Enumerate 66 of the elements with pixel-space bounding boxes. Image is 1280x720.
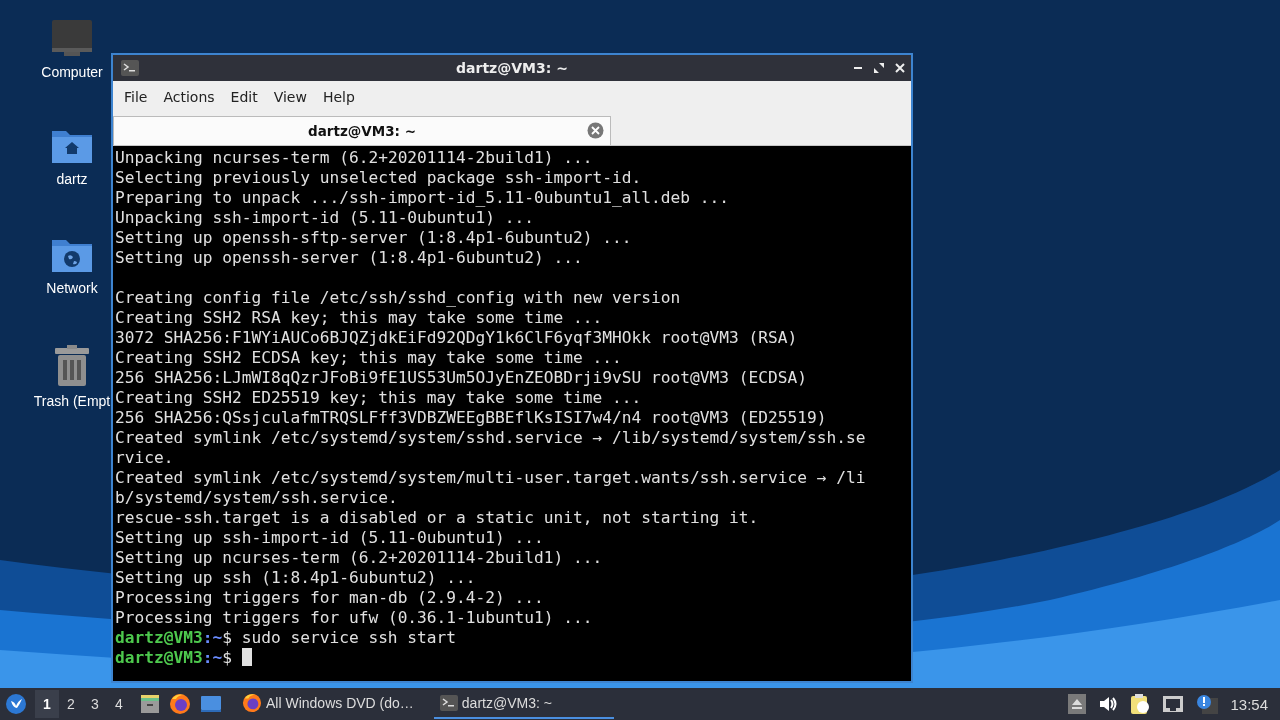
menu-item[interactable]: Actions [155,85,223,109]
terminal-line: Creating SSH2 ECDSA key; this may take some time ... [115,348,623,368]
desktop-icon-label: dartz [56,171,88,187]
start-menu-icon[interactable] [5,693,27,715]
network-icon[interactable] [1162,695,1185,713]
terminal-line: 256 SHA256:QSsjculafmTRQSLFff3VDBZWEEgBBEflKsISI7w4/n4 root@VM3 (ED25519) [115,408,828,428]
notification-icon[interactable] [1196,694,1219,714]
terminal-line: Unpacking ssh-import-id (5.11-0ubuntu1) ... [115,208,536,228]
workspace-button[interactable]: 3 [83,690,107,718]
terminal-line: Processing triggers for ufw (0.36.1-1ubuntu1) ... [115,608,594,628]
trash-icon[interactable] [53,345,91,387]
terminal-line: Setting up ncurses-term (6.2+20201114-2build1) ... [115,548,604,568]
terminal-line: 3072 SHA256:F1WYiAUCo6BJQZjdkEiFd92QDgY1k6ClF6yqf3MHOkk root@VM3 (RSA) [115,328,799,348]
desktop-icon-label: Trash (Empt [33,393,111,409]
command-text: sudo service ssh start [241,628,457,647]
terminal-line: 256 SHA256:LJmWI8qQzrJFoBi9fE1US53Um5OJyEnZEOBDrji9vSU root@VM3 (ECDSA) [115,368,808,388]
terminal-line: Creating SSH2 RSA key; this may take some time ... [115,308,604,328]
close-tab-icon[interactable] [587,122,604,139]
terminal-line: Creating SSH2 ED25519 key; this may take some time ... [115,388,643,408]
clipboard-icon[interactable] [1130,693,1151,715]
prompt-symbol: $ [222,628,232,647]
terminal-line: Setting up ssh (1:8.4p1-6ubuntu2) ... [115,568,477,588]
terminal-line: Setting up ssh-import-id (5.11-0ubuntu1) ... [115,528,545,548]
terminal-line: Preparing to unpack .../ssh-import-id_5.11-0ubuntu1_all.deb ... [115,188,730,208]
taskbar-window-button[interactable]: All Windows DVD (do… [236,689,420,719]
prompt-path: ~ [212,648,223,667]
show-desktop-icon[interactable] [200,695,222,713]
workspace-button[interactable]: 1 [35,690,59,718]
prompt-path: ~ [212,628,223,647]
prompt-user: dartz@VM3 [115,628,203,647]
terminal-line: Creating config file /etc/ssh/sshd_config with new version [115,288,682,308]
menu-item[interactable]: View [265,85,315,109]
eject-icon[interactable] [1068,694,1087,714]
prompt-user: dartz@VM3 [115,648,203,667]
terminal-line: Processing triggers for man-db (2.9.4-2) ... [115,588,545,608]
workspace-button[interactable]: 4 [107,690,131,718]
terminal-line: Setting up openssh-sftp-server (1:8.4p1-6ubuntu2) ... [115,228,633,248]
menu-item[interactable]: File [116,85,156,109]
menu-item[interactable]: Edit [222,85,266,109]
terminal-line: Created symlink /etc/systemd/system/sshd.service → /lib/systemd/system/ssh.se [115,428,867,448]
window-title: dartz@VM3: ~ [455,60,569,76]
workspace-button[interactable]: 2 [59,690,83,718]
menu-item[interactable]: Help [314,85,363,109]
terminal-line: rvice. [115,448,175,468]
maximize-icon[interactable] [874,63,884,73]
terminal-tab[interactable]: dartz@VM3: ~ [113,116,611,145]
desktop-icon-label: Network [46,280,98,296]
prompt-symbol: $ [222,648,232,667]
terminal-line: Setting up openssh-server (1:8.4p1-6ubuntu2) ... [115,248,584,268]
desktop-icon-label: Computer [41,64,103,80]
terminal-line: Selecting previously unselected package ssh-import-id. [115,168,643,188]
clock[interactable]: 13:54 [1230,695,1268,713]
prompt-separator: : [202,648,213,667]
browser-icon [242,693,262,713]
terminal-line: b/systemd/system/ssh.service. [115,488,399,508]
taskbar-window-button[interactable]: dartz@VM3: ~ [433,689,614,719]
terminal-icon [121,60,139,76]
close-icon[interactable] [895,63,905,73]
browser-icon[interactable] [169,693,191,715]
terminal-line: rescue-ssh.target is a disabled or a static unit, not starting it. [115,508,760,528]
terminal-line: Unpacking ncurses-term (6.2+20201114-2build1) ... [115,148,594,168]
terminal-icon [439,695,458,711]
file-cabinet-icon[interactable] [140,694,160,714]
volume-icon[interactable] [1098,695,1119,713]
terminal-line: Created symlink /etc/systemd/system/multi-user.target.wants/ssh.service → /li [115,468,867,488]
prompt-separator: : [202,628,213,647]
